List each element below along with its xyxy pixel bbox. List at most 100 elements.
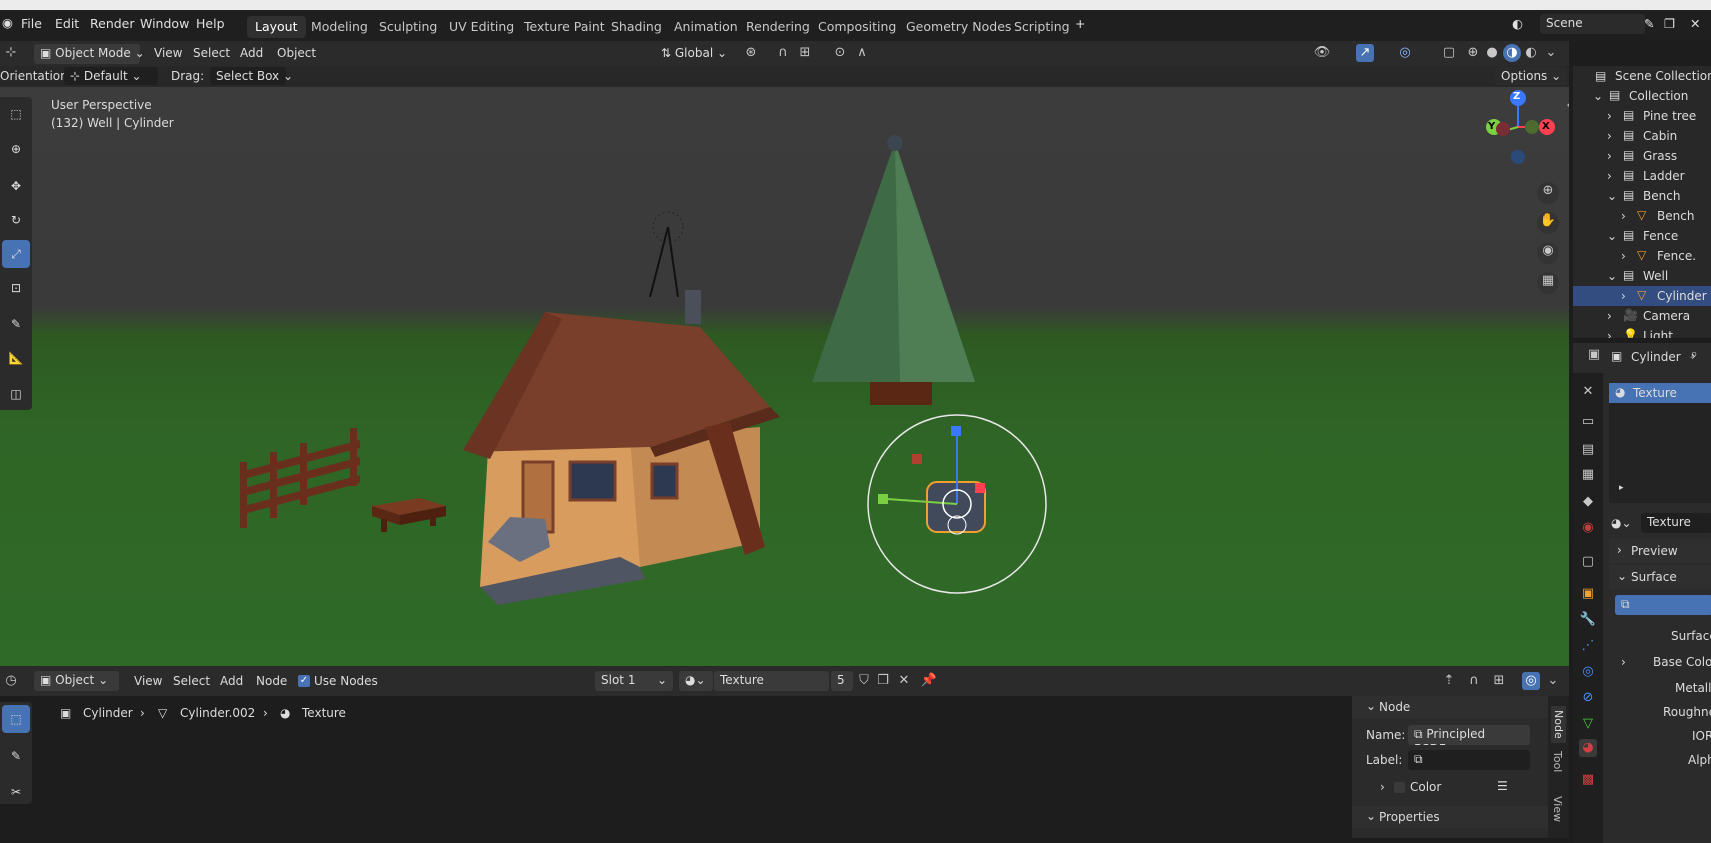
render-tab-icon[interactable]: ▭ (1579, 413, 1597, 431)
outliner-item-cylinder[interactable]: › ▽ Cylinder (1573, 286, 1711, 306)
tab-texture-paint[interactable]: Texture Paint (516, 16, 613, 38)
output-tab-icon[interactable]: ▤ (1579, 441, 1597, 459)
outliner-item-fence[interactable]: › ▽ Fence. (1573, 246, 1711, 266)
menu-select[interactable]: Select (193, 46, 230, 60)
snap-target-icon[interactable]: ⊞ (796, 44, 814, 62)
fake-user-shield-icon[interactable]: ⛉ (855, 672, 873, 690)
chevron-icon[interactable]: › (1607, 329, 1612, 338)
modifier-tab-icon[interactable]: 🔧 (1579, 611, 1597, 629)
transform-tool-icon[interactable]: ⊡ (2, 274, 30, 302)
outliner-item-pine-tree[interactable]: › ▤ Pine tree (1573, 106, 1711, 126)
chevron-icon[interactable]: › (1621, 249, 1626, 263)
chevron-icon[interactable]: › (1607, 109, 1612, 123)
chevron-icon[interactable]: ⌄ (1593, 89, 1603, 103)
gizmo-y-label[interactable]: Y (1488, 121, 1495, 132)
gizmo-toggle-icon[interactable]: ↗ (1356, 44, 1374, 62)
node-section-header[interactable]: ⌄ Node (1352, 696, 1552, 718)
falloff-icon[interactable]: ∧ (853, 44, 871, 62)
chevron-icon[interactable]: ⌄ (1607, 229, 1617, 243)
tab-compositing[interactable]: Compositing (810, 16, 904, 38)
menu-view[interactable]: View (154, 46, 182, 60)
tab-animation[interactable]: Animation (666, 16, 746, 38)
annotate-tool-icon[interactable]: ✎ (2, 742, 30, 770)
blender-logo-icon[interactable]: ◉ (2, 15, 13, 30)
overlays-icon[interactable]: ◎ (1522, 672, 1540, 690)
delete-scene-icon[interactable]: ✕ (1690, 16, 1700, 31)
overlay-icon[interactable]: ◎ (1396, 44, 1414, 62)
outliner-item-camera[interactable]: › 🎥 Camera (1573, 306, 1711, 326)
preview-panel-header[interactable]: › Preview (1609, 539, 1711, 563)
properties-editor-icon[interactable]: ▣ (1585, 346, 1603, 364)
outliner-item-collection[interactable]: ⌄ ▤ Collection (1573, 86, 1711, 106)
use-nodes-checkbox[interactable]: ✓ (298, 675, 310, 687)
proportional-edit-icon[interactable]: ⊙ (831, 44, 849, 62)
outliner-item-ladder[interactable]: › ▤ Ladder (1573, 166, 1711, 186)
snap-icon[interactable]: ∩ (1465, 672, 1483, 690)
surface-panel-header[interactable]: ⌄ Surface (1609, 565, 1711, 589)
scene-icon[interactable]: ◐ (1512, 16, 1523, 31)
menu-edit[interactable]: Edit (55, 16, 79, 31)
scale-tool-icon[interactable]: ⤢ (2, 240, 30, 268)
pan-hand-icon[interactable]: ✋ (1537, 212, 1559, 234)
cut-links-tool-icon[interactable]: ✂ (2, 778, 30, 806)
solid-shading-icon[interactable]: ● (1483, 44, 1501, 62)
material-slot-item[interactable]: ◕ Texture (1609, 383, 1711, 403)
new-scene-icon[interactable]: ❐ (1664, 16, 1675, 31)
tab-geometry-nodes[interactable]: Geometry Nodes (898, 16, 1019, 38)
chevron-icon[interactable]: › (1621, 289, 1626, 303)
collection-tab-icon[interactable]: ▢ (1579, 553, 1597, 571)
tab-rendering[interactable]: Rendering (738, 16, 818, 38)
outliner-item-light[interactable]: › 💡 Light (1573, 326, 1711, 338)
move-tool-icon[interactable]: ✥ (2, 172, 30, 200)
select-tool-icon[interactable]: ⬚ (2, 705, 30, 733)
chevron-icon[interactable]: › (1607, 129, 1612, 143)
outliner-scene-collection[interactable]: ▤ Scene Collection (1573, 66, 1711, 86)
transform-orientation-dropdown[interactable]: ⇅ Global ⌄ (655, 44, 731, 64)
annotate-tool-icon[interactable]: ✎ (2, 310, 30, 338)
tab-view[interactable]: View (1551, 796, 1564, 822)
parent-node-tree-icon[interactable]: ⇡ (1440, 672, 1458, 690)
xray-icon[interactable]: ▢ (1440, 44, 1458, 62)
tab-layout[interactable]: Layout (247, 16, 306, 38)
view-layer-tab-icon[interactable]: ▦ (1579, 466, 1597, 484)
node-menu-select[interactable]: Select (173, 674, 210, 688)
pivot-icon[interactable]: ⊛ (742, 44, 760, 62)
add-workspace-icon[interactable]: + (1075, 16, 1085, 31)
slot-dropdown[interactable]: Slot 1 ⌄ (595, 671, 673, 691)
shading-options-icon[interactable]: ⌄ (1542, 44, 1560, 62)
tab-shading[interactable]: Shading (603, 16, 670, 38)
material-name-field[interactable]: Texture (1641, 513, 1711, 533)
add-cube-tool-icon[interactable]: ◫ (2, 380, 30, 408)
material-slot-list[interactable]: ◕ Texture ▸ (1609, 383, 1711, 503)
snap-icon[interactable]: ∩ (774, 44, 792, 62)
particles-tab-icon[interactable]: ⋰ (1579, 637, 1597, 655)
drag-dropdown[interactable]: Select Box ⌄ (210, 67, 293, 85)
tab-node[interactable]: Node (1551, 706, 1566, 743)
material-shading-icon[interactable]: ◑ (1503, 44, 1521, 62)
data-tab-icon[interactable]: ▽ (1579, 715, 1597, 733)
tab-modeling[interactable]: Modeling (303, 16, 376, 38)
snap-options-icon[interactable]: ⊞ (1490, 672, 1508, 690)
shader-type-dropdown[interactable]: ▣ Object ⌄ (34, 671, 119, 691)
outliner-item-bench[interactable]: › ▽ Bench (1573, 206, 1711, 226)
mode-dropdown[interactable]: ▣ Object Mode ⌄ (34, 44, 145, 64)
physics-tab-icon[interactable]: ◎ (1579, 663, 1597, 681)
menu-object[interactable]: Object (277, 46, 316, 60)
duplicate-material-icon[interactable]: ❐ (874, 672, 892, 690)
editor-type-icon[interactable]: ◷ (2, 672, 20, 690)
node-menu-node[interactable]: Node (256, 674, 287, 688)
rotate-tool-icon[interactable]: ↻ (2, 206, 30, 234)
chevron-icon[interactable]: ⌄ (1607, 269, 1617, 283)
menu-window[interactable]: Window (140, 16, 189, 31)
chevron-icon[interactable]: ⌄ (1607, 189, 1617, 203)
outliner-item-bench[interactable]: ⌄ ▤ Bench (1573, 186, 1711, 206)
chevron-icon[interactable]: › (1607, 309, 1612, 323)
sidebar-toggle-icon[interactable]: ‹ (1560, 97, 1569, 115)
gizmo-x-label[interactable]: X (1542, 121, 1550, 132)
gizmo-z-label[interactable]: Z (1513, 91, 1520, 102)
node-editor-canvas[interactable]: ⬚ ✎ ✂ ▣ Cylinder › ▽ Cylinder.002 › ◕ Te… (0, 696, 1569, 838)
outliner-item-well[interactable]: ⌄ ▤ Well (1573, 266, 1711, 286)
chevron-icon[interactable]: › (1607, 149, 1612, 163)
wireframe-shading-icon[interactable]: ⊕ (1464, 44, 1482, 62)
tab-tool[interactable]: Tool (1551, 751, 1564, 772)
